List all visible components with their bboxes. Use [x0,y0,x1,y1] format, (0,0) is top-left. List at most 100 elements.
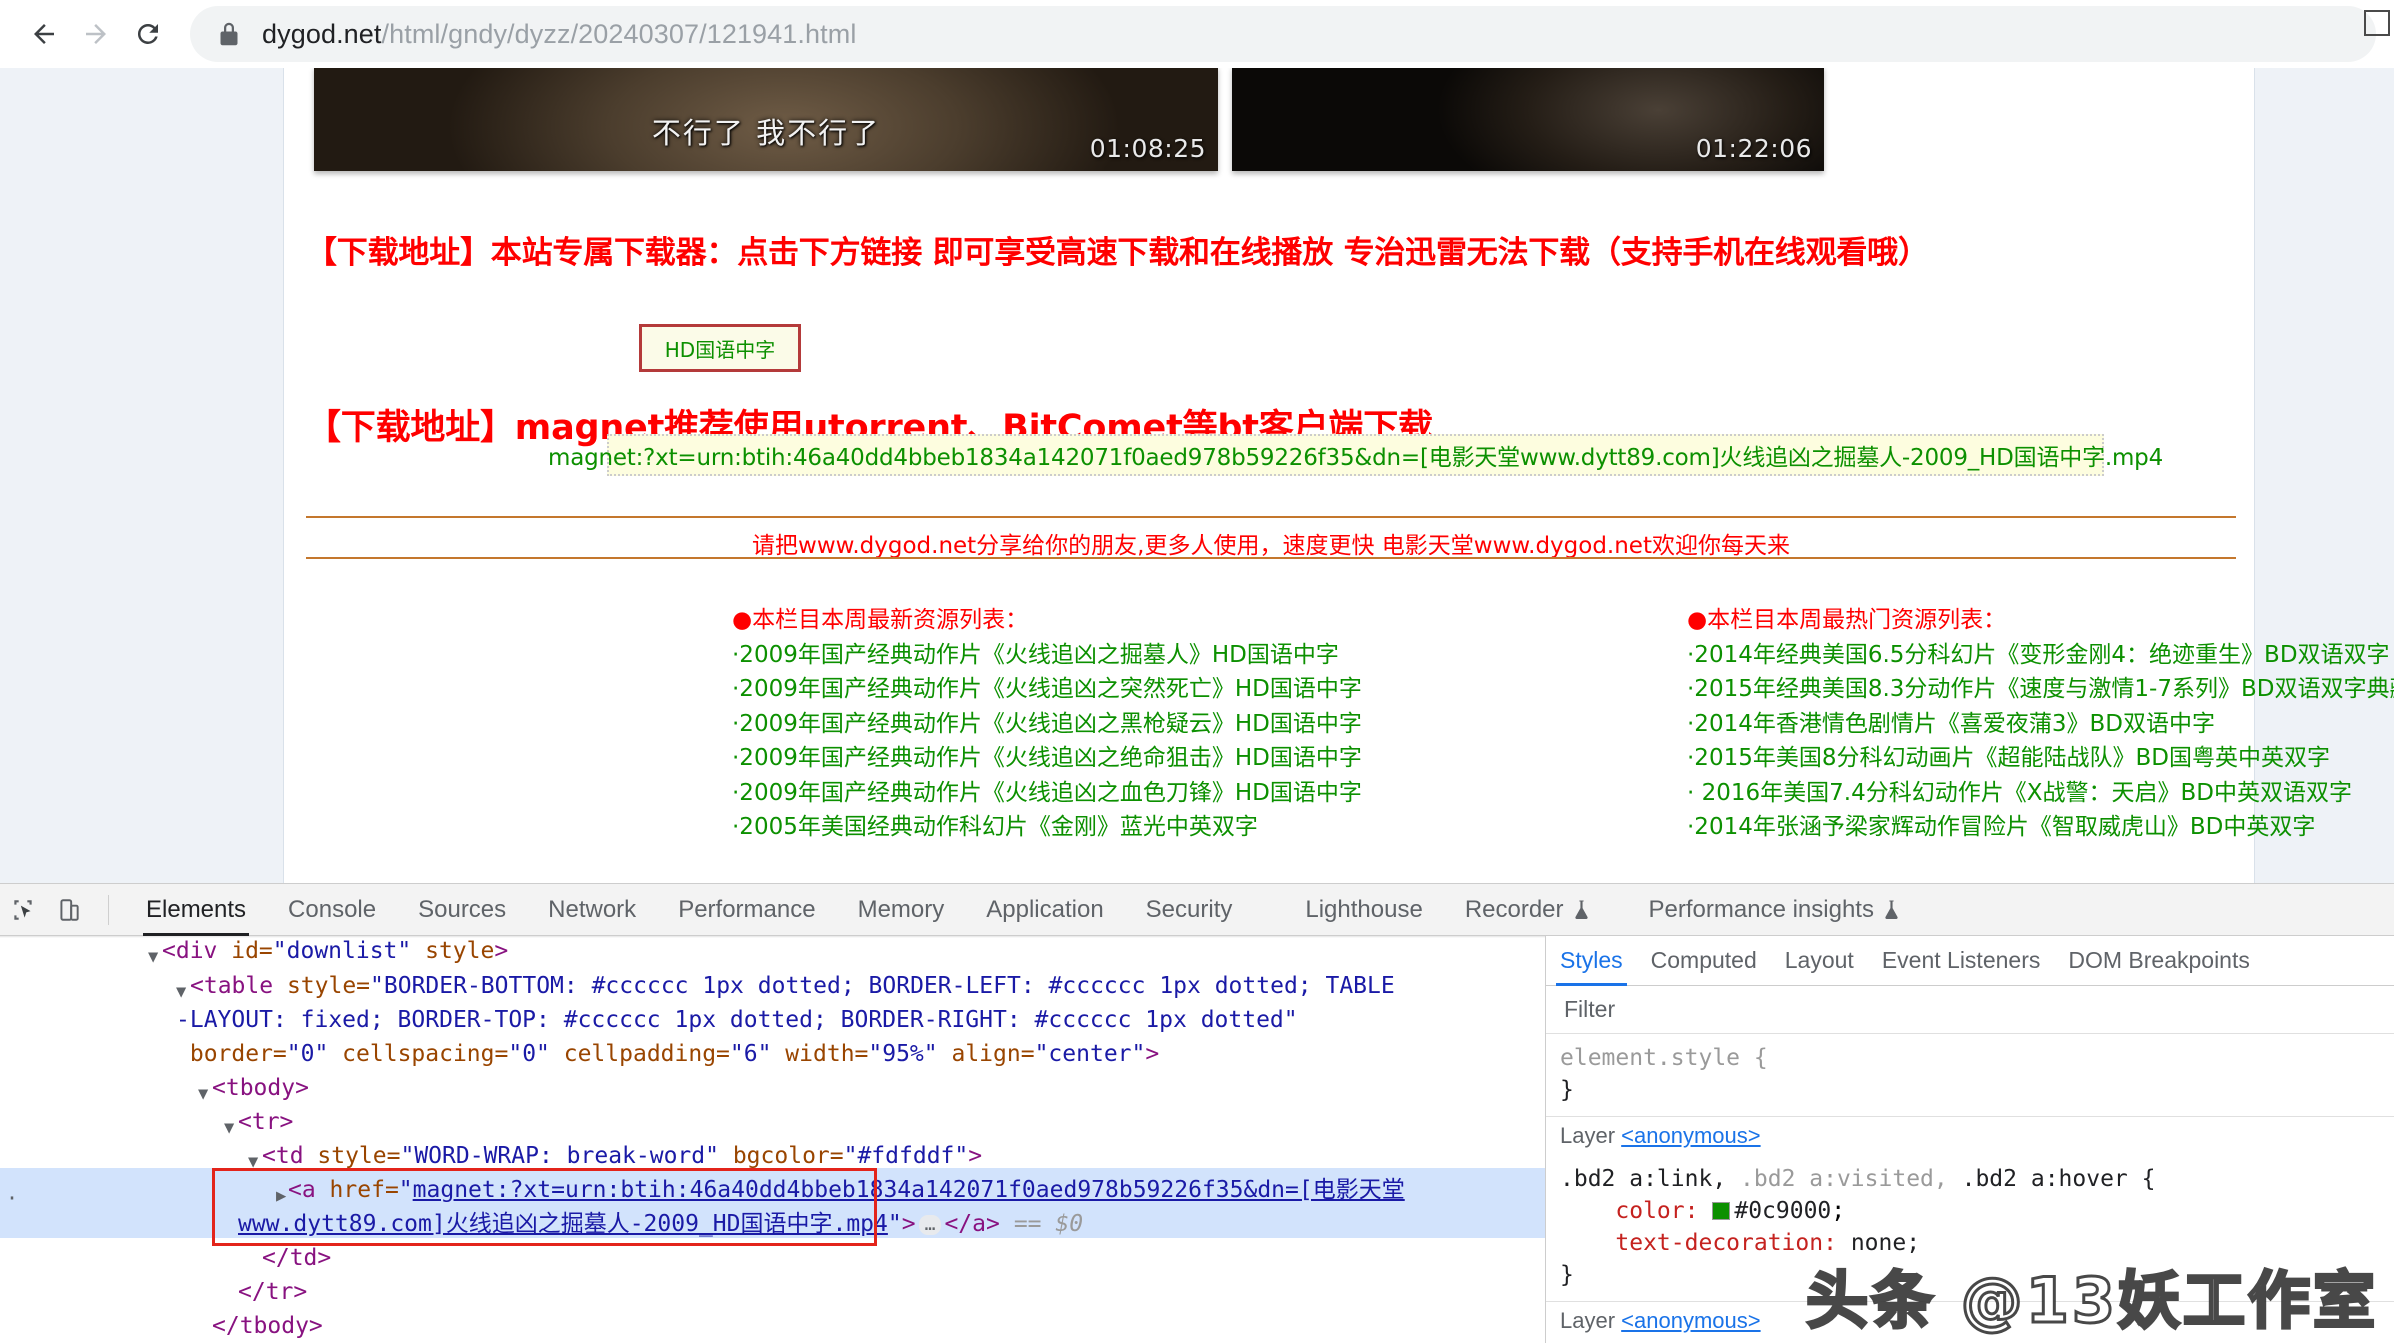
css-open-brace: { [2141,1166,2156,1192]
tab-network[interactable]: Network [527,884,657,936]
tab-styles[interactable]: Styles [1546,936,1637,986]
list-item[interactable]: ·2009年国产经典动作片《火线追凶之绝命狙击》HD国语中字 [732,741,1362,776]
expand-triangle-icon[interactable]: ▼ [198,1077,208,1111]
layer-link[interactable]: <anonymous> [1621,1308,1760,1333]
tab-console[interactable]: Console [267,884,397,936]
dom-tag: </tr> [238,1279,308,1305]
tab-event-listeners[interactable]: Event Listeners [1868,936,2055,986]
latest-resource-list: ●本栏目本周最新资源列表： ·2009年国产经典动作片《火线追凶之掘墓人》HD国… [732,603,1362,845]
list-item[interactable]: ·2009年国产经典动作片《火线追凶之掘墓人》HD国语中字 [732,638,1362,673]
tab-label: Recorder [1464,895,1564,923]
dom-attr: width= [771,1041,869,1067]
tab-label: Security [1145,895,1233,923]
window-controls[interactable] [2356,6,2390,40]
list-item[interactable]: ·2009年国产经典动作片《火线追凶之血色刀锋》HD国语中字 [732,776,1362,811]
dom-attr: cellpadding= [549,1041,730,1067]
tab-memory[interactable]: Memory [837,884,966,936]
dom-node-div-downlist[interactable]: <div id="downlist" style> [162,936,508,968]
tab-sources[interactable]: Sources [397,884,527,936]
selected-node-marker: == $0 [1013,1211,1084,1237]
tab-label: Sources [418,895,507,923]
address-bar[interactable]: dygod.net/html/gndy/dyzz/20240307/121941… [190,6,2376,62]
dom-tag: </tbody> [212,1313,323,1339]
list-item[interactable]: ·2009年国产经典动作片《火线追凶之黑枪疑云》HD国语中字 [732,707,1362,742]
lock-icon[interactable] [216,19,242,49]
dom-node-tr-close: </tr> [238,1275,307,1309]
magnet-link[interactable]: magnet:?xt=urn:btih:46a40dd4bbeb1834a142… [548,438,2163,472]
back-button[interactable] [18,8,70,60]
bd2-link-rule[interactable]: .bd2 a:link, .bd2 a:visited, .bd2 a:hove… [1546,1155,2394,1302]
page-content-column: 不行了 我不行了 01:08:25 01:22:06 【下载地址】本站专属下载器… [283,68,2394,883]
dom-attr-value: "6" [729,1041,772,1067]
list-item[interactable]: ·2005年美国经典动作科幻片《金刚》蓝光中英双字 [732,810,1362,845]
css-value-color[interactable]: #0c9000 [1734,1198,1831,1224]
dom-attr: bgcolor= [718,1143,844,1169]
list-item[interactable]: ·2015年经典美国8.3分动作片《速度与激情1-7系列》BD双语双字典藏版 [1687,672,2394,707]
page-viewport: 不行了 我不行了 01:08:25 01:22:06 【下载地址】本站专属下载器… [0,68,2394,883]
expand-triangle-icon[interactable]: ▼ [148,940,158,974]
hot-list-heading: ●本栏目本周最热门资源列表： [1687,607,2007,633]
css-close-brace: } [1560,1262,1574,1288]
expand-text-chip[interactable]: … [918,1214,942,1235]
list-item[interactable]: ·2014年张涵予梁家辉动作冒险片《智取威虎山》BD中英双字 [1687,810,2394,845]
magnet-href-link-cont[interactable]: www.dytt89.com]火线追凶之掘墓人-2009_HD国语中字.mp4 [238,1211,888,1237]
dom-node-tbody[interactable]: <tbody> [212,1071,309,1105]
dom-node-tr[interactable]: <tr> [238,1105,293,1139]
device-toolbar-icon[interactable] [46,887,92,933]
tab-lighthouse[interactable]: Lighthouse [1253,884,1443,936]
tab-dom-breakpoints[interactable]: DOM Breakpoints [2054,936,2264,986]
css-property-color[interactable]: color: [1615,1198,1698,1224]
thumbnail-subtitle: 不行了 我不行了 [651,116,881,150]
dom-node-tbody-close: </tbody> [212,1309,323,1343]
maximize-icon[interactable] [2364,10,2390,36]
layer-row: Layer <anonymous> [1546,1117,2394,1155]
inspect-element-icon[interactable] [0,887,46,933]
tab-computed[interactable]: Computed [1637,936,1771,986]
dom-tag: > [968,1143,983,1169]
css-property-text-decoration[interactable]: text-decoration: [1615,1230,1837,1256]
dom-tree-pane[interactable]: <div id="downlist" style> ▼ <table style… [0,936,1545,1343]
tab-application[interactable]: Application [965,884,1124,936]
screenshot-strip: 不行了 我不行了 01:08:25 01:22:06 [314,68,2224,171]
css-selector-link: .bd2 a:link, [1560,1166,1727,1192]
css-selector-visited: .bd2 a:visited, [1740,1166,1948,1192]
expand-triangle-icon[interactable]: ▼ [224,1111,234,1145]
dom-tag: > [494,938,509,964]
url-host: dygod.net [262,18,382,49]
dom-tag: <tr> [238,1109,294,1135]
tab-performance[interactable]: Performance [657,884,836,936]
css-brace: } [1560,1077,1574,1103]
tab-recorder[interactable]: Recorder [1444,884,1611,936]
tab-security[interactable]: Security [1125,884,1254,936]
dom-attr-value: "0" [508,1041,550,1067]
list-item[interactable]: · 2016年美国7.4分科幻动作片《X战警：天启》BD中英双语双字 [1687,776,2394,811]
movie-thumbnail: 01:22:06 [1232,68,1824,171]
list-item[interactable]: ·2014年经典美国6.5分科幻片《变形金刚4：绝迹重生》BD双语双字 [1687,638,2394,673]
dom-attr: style= [273,973,371,999]
hd-download-link[interactable]: HD国语中字 [639,324,801,372]
styles-pane[interactable]: Styles Computed Layout Event Listeners D… [1545,936,2394,1343]
list-item[interactable]: ·2014年香港情色剧情片《喜爱夜蒲3》BD双语中字 [1687,707,2394,742]
element-style-rule[interactable]: element.style { } [1546,1034,2394,1117]
layer-link[interactable]: <anonymous> [1621,1123,1760,1148]
tab-elements[interactable]: Elements [125,884,267,936]
tab-performance-insights[interactable]: Performance insights [1611,884,1921,936]
reload-button[interactable] [122,8,174,60]
list-item[interactable]: ·2009年国产经典动作片《火线追凶之突然死亡》HD国语中字 [732,672,1362,707]
dom-node-anchor[interactable]: <a href="magnet:?xt=urn:btih:46a40dd4bbe… [288,1173,1405,1207]
magnet-link-box: magnet:?xt=urn:btih:46a40dd4bbeb1834a142… [548,434,2163,476]
list-item[interactable]: ·2015年美国8分科幻动画片《超能陆战队》BD国粤英中英双字 [1687,741,2394,776]
magnet-href-link[interactable]: magnet:?xt=urn:btih:46a40dd4bbeb1834a142… [413,1177,1405,1203]
dom-attr: border= [176,1041,287,1067]
divider [306,557,2236,559]
dom-tag: <div [162,938,218,964]
dom-node-table[interactable]: <table style="BORDER-BOTTOM: #cccccc 1px… [190,969,1530,1003]
devtools-toolbar: Elements Console Sources Network Perform… [0,884,2394,936]
styles-filter-input[interactable]: Filter [1546,986,2394,1034]
dom-node-table-attrs: border="0" cellspacing="0" cellpadding="… [176,1037,1159,1071]
css-value-text-decoration[interactable]: none; [1851,1230,1920,1256]
color-swatch[interactable] [1712,1202,1731,1220]
forward-button[interactable] [70,8,122,60]
tab-layout[interactable]: Layout [1771,936,1868,986]
tab-label: Performance [678,895,816,923]
